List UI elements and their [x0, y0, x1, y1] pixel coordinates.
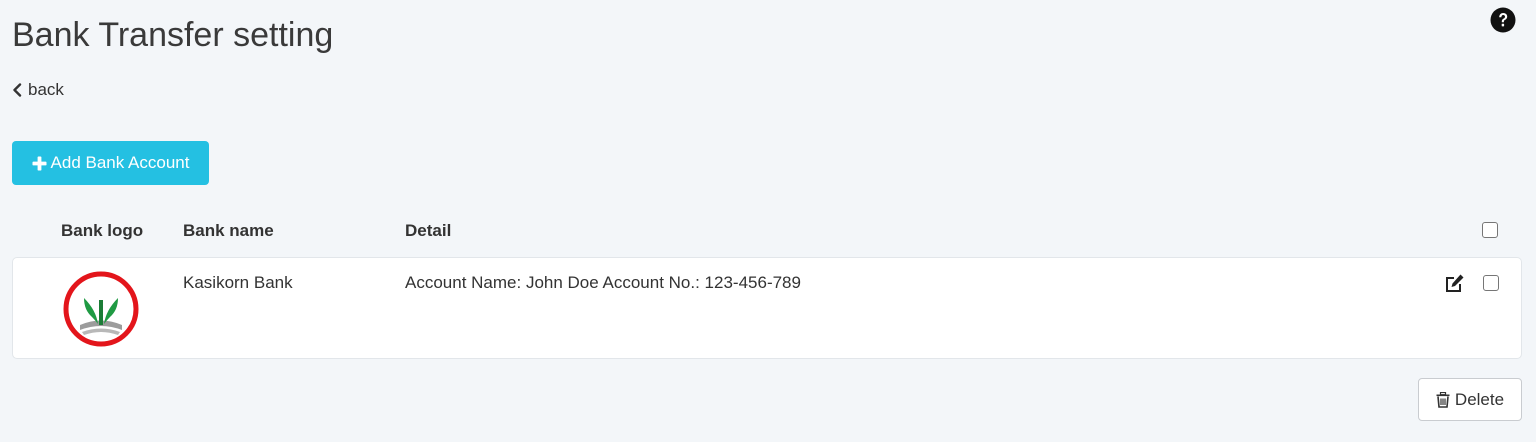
chevron-left-icon: [13, 83, 22, 97]
trash-icon: [1436, 391, 1450, 408]
add-bank-account-label: Add Bank Account: [50, 153, 190, 172]
help-icon[interactable]: [1490, 7, 1516, 33]
back-label: back: [28, 80, 64, 99]
table-header: Bank logo Bank name Detail: [12, 216, 1522, 248]
table-row: Kasikorn Bank Account Name: John Doe Acc…: [12, 257, 1522, 359]
kasikorn-bank-logo: [63, 271, 139, 347]
plus-icon: [32, 156, 47, 170]
add-bank-account-button[interactable]: Add Bank Account: [12, 141, 209, 185]
column-header-bank-logo: Bank logo: [61, 221, 144, 240]
column-header-detail: Detail: [405, 221, 452, 240]
row-checkbox[interactable]: [1483, 275, 1499, 291]
delete-button[interactable]: Delete: [1418, 378, 1522, 421]
edit-icon[interactable]: [1443, 273, 1465, 293]
bank-name-cell: Kasikorn Bank: [183, 273, 293, 292]
select-all-checkbox[interactable]: [1482, 222, 1498, 238]
back-link[interactable]: back: [12, 79, 64, 101]
page-title: Bank Transfer setting: [12, 16, 334, 54]
delete-label: Delete: [1454, 389, 1505, 409]
detail-cell: Account Name: John Doe Account No.: 123-…: [405, 273, 801, 292]
column-header-bank-name: Bank name: [183, 221, 274, 240]
